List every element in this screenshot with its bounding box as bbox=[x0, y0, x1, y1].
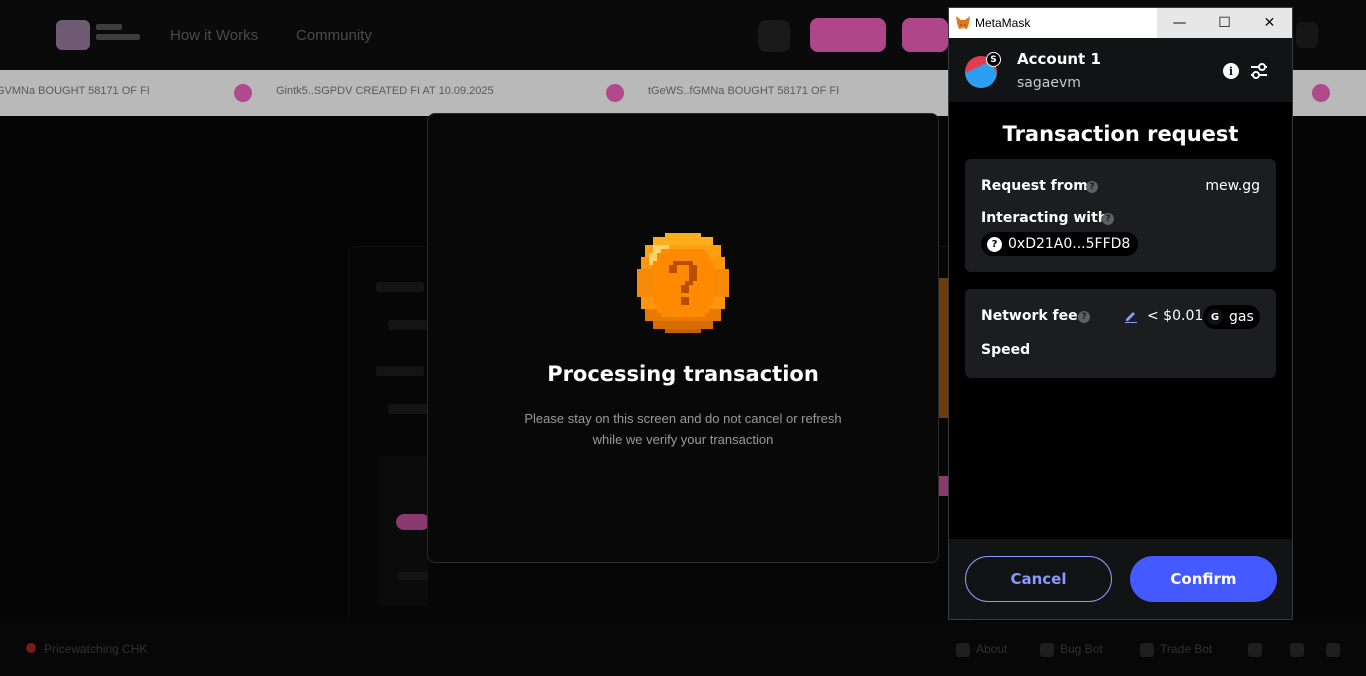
window-titlebar[interactable]: MetaMask — ☐ ✕ bbox=[949, 8, 1292, 38]
ticker-avatar bbox=[1312, 84, 1330, 102]
header-primary-button[interactable] bbox=[810, 18, 886, 52]
footer-link-about[interactable]: About bbox=[976, 642, 1007, 656]
trade-icon bbox=[1140, 643, 1154, 657]
ticker-avatar bbox=[606, 84, 624, 102]
speed-label: Speed bbox=[981, 342, 1031, 358]
site-logo-wordmark bbox=[96, 24, 148, 46]
question-coin-icon bbox=[637, 233, 729, 333]
bug-icon bbox=[1040, 643, 1054, 657]
bg-tag bbox=[396, 514, 430, 530]
nav-how-it-works[interactable]: How it Works bbox=[170, 27, 258, 44]
account-name: Account 1 bbox=[1017, 50, 1101, 68]
gas-token-label: gas bbox=[1229, 309, 1254, 325]
confirm-button[interactable]: Confirm bbox=[1130, 556, 1277, 602]
bg-label bbox=[376, 282, 424, 292]
bg-label bbox=[376, 366, 424, 376]
network-fee-help-icon[interactable]: ? bbox=[1078, 311, 1090, 323]
request-from-help-icon[interactable]: ? bbox=[1086, 181, 1098, 193]
request-details-card: Request from ? mew.gg Interacting with ?… bbox=[965, 159, 1276, 272]
contract-address-pill[interactable]: ? 0xD21A0...5FFD8 bbox=[981, 232, 1139, 256]
processing-modal: Processing transaction Please stay on th… bbox=[427, 113, 939, 563]
action-footer: Cancel Confirm bbox=[949, 539, 1292, 619]
edit-fee-icon[interactable] bbox=[1124, 309, 1138, 323]
bg-input bbox=[388, 320, 428, 330]
metamask-fox-icon bbox=[956, 16, 970, 29]
close-button[interactable]: ✕ bbox=[1247, 8, 1292, 38]
request-from-label: Request from bbox=[981, 178, 1088, 194]
bg-chart-frame bbox=[378, 456, 428, 606]
metamask-window: MetaMask — ☐ ✕ S Account 1 sagaevm i Tra… bbox=[948, 7, 1293, 620]
header-search-button[interactable] bbox=[758, 20, 790, 52]
ticker-item: Gintk5..SGPDV CREATED FI AT 10.09.2025 bbox=[276, 85, 494, 97]
footer-link-bug-bot[interactable]: Bug Bot bbox=[1060, 642, 1103, 656]
footer-status: Pricewatching CHK bbox=[44, 642, 148, 656]
processing-subtitle-line2: while we verify your transaction bbox=[592, 432, 774, 447]
network-fee-value: < $0.01 bbox=[1147, 308, 1204, 324]
unknown-contract-icon: ? bbox=[987, 236, 1002, 252]
request-from-value: mew.gg bbox=[1205, 178, 1260, 194]
info-icon[interactable]: i bbox=[1223, 63, 1239, 79]
advanced-settings-icon[interactable] bbox=[1250, 62, 1268, 80]
interacting-with-help-icon[interactable]: ? bbox=[1102, 213, 1114, 225]
status-dot-icon bbox=[26, 643, 36, 653]
interacting-with-label: Interacting with bbox=[981, 210, 1108, 226]
contract-address: 0xD21A0...5FFD8 bbox=[1008, 236, 1131, 252]
ticker-item: GVMNa BOUGHT 58171 OF FI bbox=[0, 85, 150, 97]
header-connect-button[interactable] bbox=[902, 18, 948, 52]
window-title: MetaMask bbox=[975, 16, 1031, 30]
account-header: S Account 1 sagaevm i bbox=[949, 38, 1292, 102]
network-name: sagaevm bbox=[1017, 75, 1081, 91]
transaction-request-title: Transaction request bbox=[1002, 122, 1239, 146]
bg-input bbox=[388, 404, 428, 414]
site-logo[interactable] bbox=[56, 20, 90, 50]
gas-token-pill: G gas bbox=[1203, 305, 1260, 329]
maximize-button[interactable]: ☐ bbox=[1202, 8, 1247, 38]
ticker-item: tGeWS..fGMNa BOUGHT 58171 OF FI bbox=[648, 85, 840, 97]
processing-title: Processing transaction bbox=[547, 362, 819, 386]
confirmation-body: Transaction request Request from ? mew.g… bbox=[949, 102, 1292, 539]
nav-community[interactable]: Community bbox=[296, 27, 372, 44]
network-fee-card: Network fee ? < $0.01 G gas Speed bbox=[965, 289, 1276, 378]
minimize-button[interactable]: — bbox=[1157, 8, 1202, 38]
header-menu-button[interactable] bbox=[1296, 22, 1318, 48]
about-icon bbox=[956, 643, 970, 657]
cancel-button[interactable]: Cancel bbox=[965, 556, 1112, 602]
processing-subtitle: Please stay on this screen and do not ca… bbox=[488, 408, 878, 450]
bg-axis-label bbox=[398, 572, 428, 580]
footer-link-trade-bot[interactable]: Trade Bot bbox=[1160, 642, 1212, 656]
ticker-avatar bbox=[234, 84, 252, 102]
chat-icon[interactable] bbox=[1248, 643, 1262, 657]
network-fee-label: Network fee bbox=[981, 308, 1078, 324]
x-icon[interactable] bbox=[1326, 643, 1340, 657]
telegram-icon[interactable] bbox=[1290, 643, 1304, 657]
gas-token-icon: G bbox=[1207, 309, 1223, 325]
processing-subtitle-line1: Please stay on this screen and do not ca… bbox=[524, 411, 842, 426]
network-badge: S bbox=[986, 52, 1001, 67]
